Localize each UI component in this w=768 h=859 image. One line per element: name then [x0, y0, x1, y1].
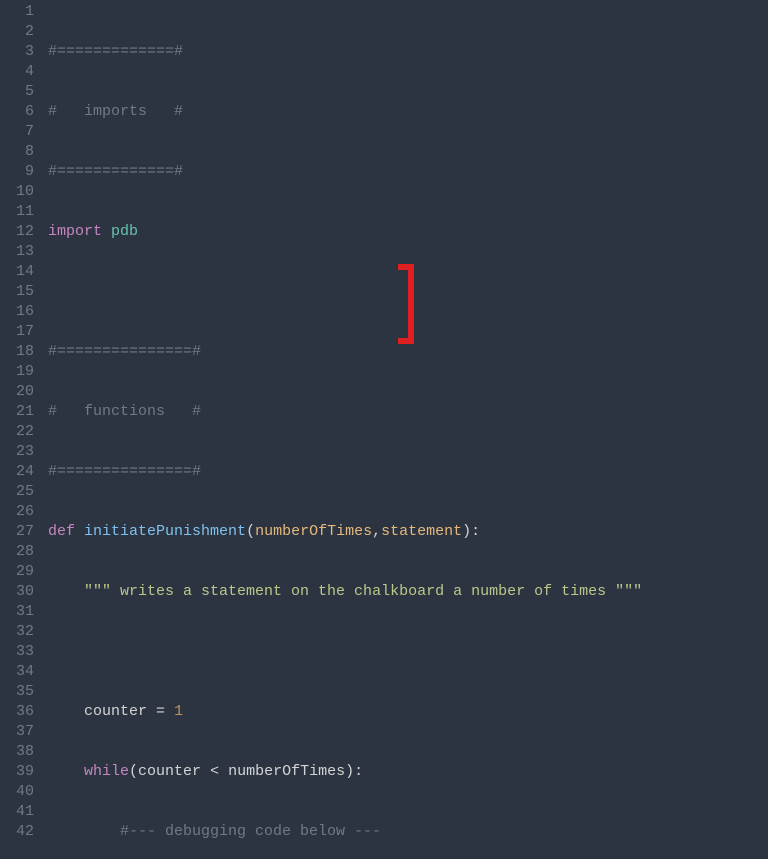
line-number: 9	[0, 162, 34, 182]
line-number: 37	[0, 722, 34, 742]
comment-text: #===============#	[48, 463, 201, 480]
line-number: 32	[0, 622, 34, 642]
line-number: 24	[0, 462, 34, 482]
line-number: 30	[0, 582, 34, 602]
line-number: 16	[0, 302, 34, 322]
operator: =	[156, 703, 165, 720]
line-number: 36	[0, 702, 34, 722]
line-number: 35	[0, 682, 34, 702]
line-number: 20	[0, 382, 34, 402]
code-line: #=============#	[48, 42, 768, 62]
code-line: while(counter < numberOfTimes):	[48, 762, 768, 782]
comment-text: #=============#	[48, 163, 183, 180]
line-number: 22	[0, 422, 34, 442]
line-number: 40	[0, 782, 34, 802]
line-number: 4	[0, 62, 34, 82]
code-line: # imports #	[48, 102, 768, 122]
number-literal: 1	[174, 703, 183, 720]
line-number: 7	[0, 122, 34, 142]
line-number: 18	[0, 342, 34, 362]
code-line	[48, 642, 768, 662]
line-number: 11	[0, 202, 34, 222]
comment-text: #	[165, 403, 201, 420]
line-number: 3	[0, 42, 34, 62]
line-number: 6	[0, 102, 34, 122]
code-line: #===============#	[48, 342, 768, 362]
param: statement	[381, 523, 462, 540]
line-number: 8	[0, 142, 34, 162]
variable: counter	[138, 763, 201, 780]
comment-text: imports	[84, 103, 147, 120]
line-number: 42	[0, 822, 34, 842]
code-line: #=============#	[48, 162, 768, 182]
comment-text: #===============#	[48, 343, 201, 360]
code-line: #--- debugging code below ---	[48, 822, 768, 842]
line-number: 29	[0, 562, 34, 582]
code-editor[interactable]: 1234567891011121314151617181920212223242…	[0, 0, 768, 859]
code-line: # functions #	[48, 402, 768, 422]
line-number: 26	[0, 502, 34, 522]
code-line: def initiatePunishment(numberOfTimes,sta…	[48, 522, 768, 542]
module-name: pdb	[111, 223, 138, 240]
code-line: counter = 1	[48, 702, 768, 722]
operator: <	[210, 763, 219, 780]
line-number: 31	[0, 602, 34, 622]
keyword-def: def	[48, 523, 75, 540]
line-number: 41	[0, 802, 34, 822]
line-number: 14	[0, 262, 34, 282]
code-line: #===============#	[48, 462, 768, 482]
comment-text: functions	[84, 403, 165, 420]
line-number: 15	[0, 282, 34, 302]
comment-text: #--- debugging code below ---	[120, 823, 381, 840]
line-number: 13	[0, 242, 34, 262]
param: numberOfTimes	[255, 523, 372, 540]
line-number: 5	[0, 82, 34, 102]
line-number: 38	[0, 742, 34, 762]
line-number: 17	[0, 322, 34, 342]
function-name: initiatePunishment	[84, 523, 246, 540]
line-number: 33	[0, 642, 34, 662]
docstring: """ writes a statement on the chalkboard…	[84, 583, 642, 600]
line-number: 12	[0, 222, 34, 242]
comment-text: #	[48, 103, 84, 120]
code-line: """ writes a statement on the chalkboard…	[48, 582, 768, 602]
line-number: 28	[0, 542, 34, 562]
keyword: import	[48, 223, 102, 240]
comment-text: #	[147, 103, 183, 120]
line-number-gutter: 1234567891011121314151617181920212223242…	[0, 2, 48, 859]
code-area[interactable]: #=============# # imports # #===========…	[48, 2, 768, 859]
variable: counter	[84, 703, 147, 720]
line-number: 2	[0, 22, 34, 42]
line-number: 10	[0, 182, 34, 202]
line-number: 1	[0, 2, 34, 22]
line-number: 19	[0, 362, 34, 382]
line-number: 23	[0, 442, 34, 462]
code-line	[48, 282, 768, 302]
line-number: 25	[0, 482, 34, 502]
comment-text: #	[48, 403, 84, 420]
comment-text: #=============#	[48, 43, 183, 60]
line-number: 34	[0, 662, 34, 682]
variable: numberOfTimes	[228, 763, 345, 780]
line-number: 27	[0, 522, 34, 542]
code-line: import pdb	[48, 222, 768, 242]
line-number: 21	[0, 402, 34, 422]
line-number: 39	[0, 762, 34, 782]
keyword-while: while	[84, 763, 129, 780]
